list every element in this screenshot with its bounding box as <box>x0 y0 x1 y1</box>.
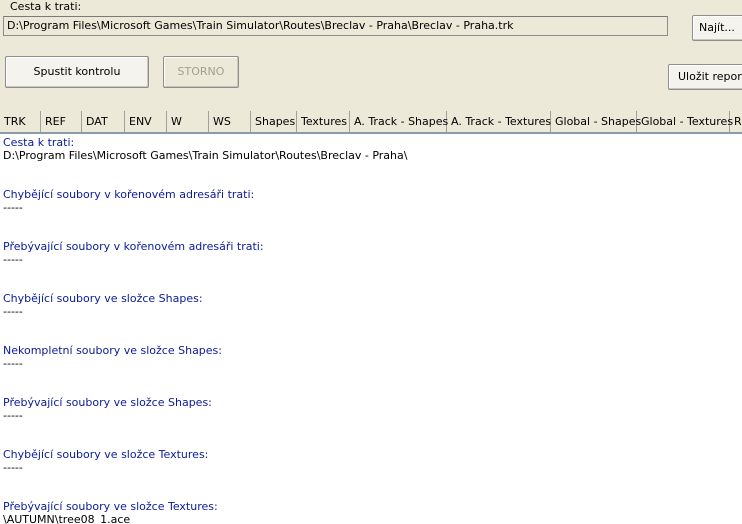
report-section-heading: Nekompletní soubory ve složce Shapes: <box>3 344 222 357</box>
report-section-heading: Chybějící soubory ve složce Shapes: <box>3 292 203 305</box>
save-reports-button[interactable]: Uložit reporty <box>668 64 742 90</box>
tab-global-shapes[interactable]: Global - Shapes <box>551 111 641 132</box>
report-section-heading: Chybějící soubory ve složce Textures: <box>3 448 209 461</box>
tab-a-track-shapes[interactable]: A. Track - Shapes <box>350 111 448 132</box>
report-section-content: ----- <box>3 305 23 318</box>
route-path-field[interactable]: D:\Program Files\Microsoft Games\Train S… <box>3 16 668 36</box>
tab-global-textures[interactable]: Global - Textures <box>637 111 733 132</box>
report-section-content: ----- <box>3 461 23 474</box>
report-section-content: \AUTUMN\tree08_1.ace <box>3 513 131 524</box>
report-path-value: D:\Program Files\Microsoft Games\Train S… <box>3 149 408 162</box>
run-check-button[interactable]: Spustit kontrolu <box>5 56 149 88</box>
tab-textures[interactable]: Textures <box>297 111 350 132</box>
report-section-content: ----- <box>3 253 23 266</box>
report-section-heading: Chybějící soubory v kořenovém adresáři t… <box>3 188 255 201</box>
find-button[interactable]: Najít... <box>692 15 742 41</box>
tab-env[interactable]: ENV <box>125 111 167 132</box>
tab-strip: TRK REF DAT ENV W WS Shapes Textures A. … <box>0 111 742 133</box>
report-section-content: ----- <box>3 357 23 370</box>
report-section-content: ----- <box>3 201 23 214</box>
report-path-heading: Cesta k trati: <box>3 136 75 149</box>
report-section-heading: Přebývající soubory ve složce Textures: <box>3 500 218 513</box>
storno-button[interactable]: STORNO <box>163 56 239 88</box>
report-section-heading: Přebývající soubory ve složce Shapes: <box>3 396 212 409</box>
tab-shapes[interactable]: Shapes <box>251 111 297 132</box>
tab-ws[interactable]: WS <box>209 111 251 132</box>
report-section-content: ----- <box>3 409 23 422</box>
path-label: Cesta k trati: <box>10 0 82 13</box>
report-textarea[interactable]: Cesta k trati: D:\Program Files\Microsof… <box>0 133 742 524</box>
tab-w[interactable]: W <box>167 111 209 132</box>
report-section-heading: Přebývající soubory v kořenovém adresáři… <box>3 240 264 253</box>
tab-trk[interactable]: TRK <box>0 111 41 132</box>
tab-dat[interactable]: DAT <box>82 111 125 132</box>
tab-ref[interactable]: REF <box>41 111 82 132</box>
tab-a-track-textures[interactable]: A. Track - Textures <box>447 111 551 132</box>
tab-report[interactable]: R <box>730 111 742 132</box>
